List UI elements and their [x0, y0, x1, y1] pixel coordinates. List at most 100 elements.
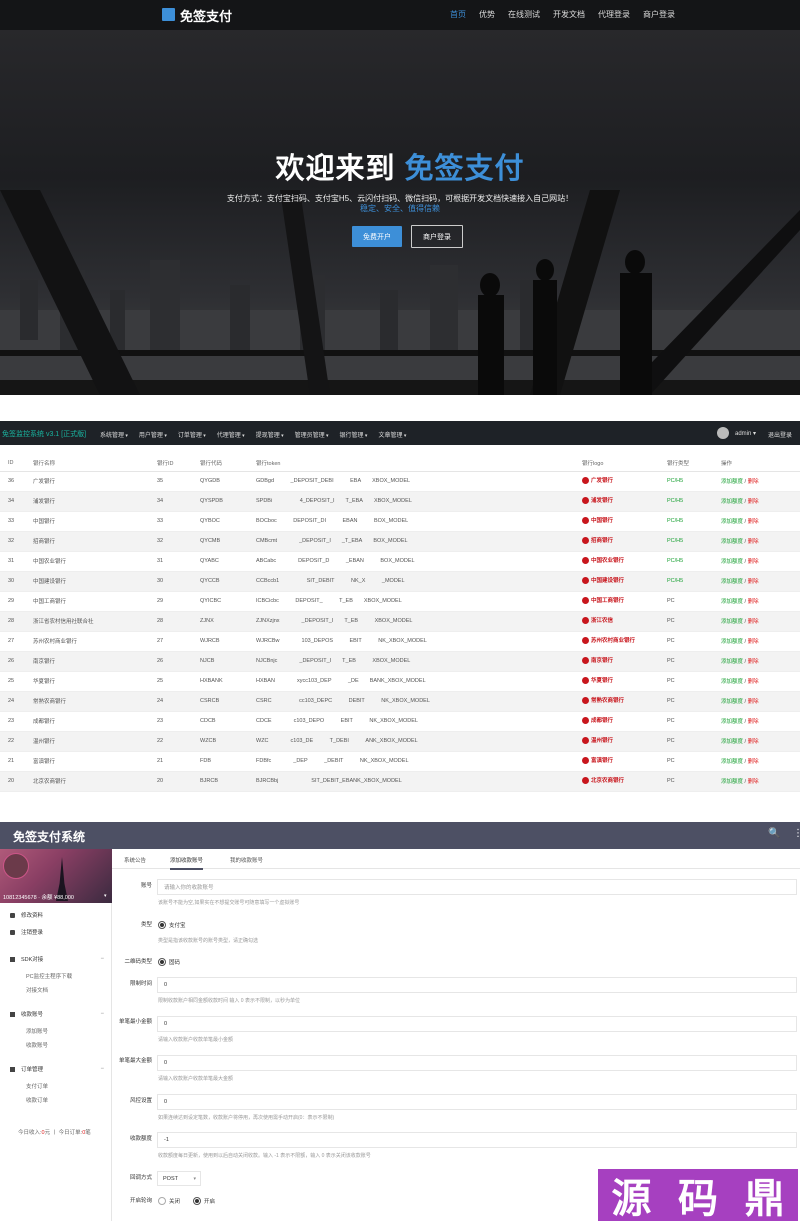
- add-quota-link[interactable]: 添加额度: [721, 579, 743, 585]
- qr-type-radio-fixed[interactable]: 固码: [158, 958, 180, 966]
- sidebar-sub-download[interactable]: PC监控主程序下载: [26, 972, 72, 980]
- cell-bank-token: CCBccb1 SIT_DEBIT NK_X _MODEL: [256, 571, 582, 592]
- add-quota-link[interactable]: 添加额度: [721, 539, 743, 545]
- bank-logo: 富滇银行: [582, 756, 613, 764]
- nav-advantage[interactable]: 优势: [479, 9, 495, 20]
- cell-bank-logo: 浦发银行: [582, 491, 667, 512]
- menu-admin[interactable]: 管理员管理: [295, 430, 329, 439]
- nav-merchant-login[interactable]: 商户登录: [643, 9, 675, 20]
- callback-select[interactable]: POST: [157, 1171, 201, 1186]
- menu-order[interactable]: 订单管理: [178, 430, 206, 439]
- nav-dev-docs[interactable]: 开发文档: [553, 9, 585, 20]
- sidebar-sub-add-account[interactable]: 添加账号: [26, 1027, 48, 1035]
- user-caret-icon[interactable]: ▾: [104, 893, 107, 899]
- order-icon: [10, 1066, 15, 1072]
- cell-operation: 添加额度 / 删除: [721, 591, 800, 612]
- avatar[interactable]: [3, 853, 29, 879]
- delete-link[interactable]: 删除: [748, 779, 759, 785]
- register-button[interactable]: 免费开户: [352, 226, 402, 247]
- bank-logo: 温州银行: [582, 736, 613, 744]
- sidebar-sub-pay-orders[interactable]: 支付订单: [26, 1082, 48, 1090]
- max-amount-input[interactable]: 0: [157, 1055, 797, 1071]
- tab-add-account[interactable]: 添加收款账号: [170, 856, 204, 870]
- sidebar-item-profile[interactable]: 修改资料: [10, 911, 43, 919]
- menu-withdraw[interactable]: 提现管理: [256, 430, 284, 439]
- nav-home[interactable]: 首页: [450, 9, 466, 20]
- delete-link[interactable]: 删除: [748, 539, 759, 545]
- nav-agent-login[interactable]: 代理登录: [598, 9, 630, 20]
- add-quota-link[interactable]: 添加额度: [721, 679, 743, 685]
- sidebar-item-logout[interactable]: 注销登录: [10, 928, 43, 936]
- min-amount-input[interactable]: 0: [157, 1016, 797, 1032]
- admin-user-dropdown[interactable]: admin ▾: [735, 430, 756, 437]
- add-quota-link[interactable]: 添加额度: [721, 619, 743, 625]
- merchant-login-button[interactable]: 商户登录: [411, 225, 463, 248]
- menu-user[interactable]: 用户管理: [139, 430, 167, 439]
- add-quota-link[interactable]: 添加额度: [721, 519, 743, 525]
- tab-my-accounts[interactable]: 我的收款账号: [230, 856, 263, 864]
- admin-system-title[interactable]: 免签监控系统 v3.1 [正式版]: [2, 429, 86, 439]
- menu-agent[interactable]: 代理管理: [217, 430, 245, 439]
- add-quota-link[interactable]: 添加额度: [721, 779, 743, 785]
- sidebar-group-account[interactable]: 收款账号 −: [10, 1010, 106, 1018]
- bank-logo-text: 中国建设银行: [591, 578, 625, 585]
- add-quota-link[interactable]: 添加额度: [721, 659, 743, 665]
- delete-link[interactable]: 删除: [748, 479, 759, 485]
- add-quota-link[interactable]: 添加额度: [721, 759, 743, 765]
- polling-radio-on[interactable]: 开启: [193, 1197, 215, 1205]
- delete-link[interactable]: 删除: [748, 739, 759, 745]
- search-icon[interactable]: 🔍: [768, 828, 780, 839]
- limit-time-input[interactable]: 0: [157, 977, 797, 993]
- add-quota-link[interactable]: 添加额度: [721, 699, 743, 705]
- delete-link[interactable]: 删除: [748, 499, 759, 505]
- add-quota-link[interactable]: 添加额度: [721, 559, 743, 565]
- cell-bank-id: 31: [157, 551, 200, 572]
- menu-article[interactable]: 文章管理: [378, 430, 406, 439]
- add-quota-link[interactable]: 添加额度: [721, 639, 743, 645]
- type-hint: 类型是指该收款账号的账号类型，请正确勾选: [158, 938, 259, 944]
- max-amount-label: 单笔最大金额: [118, 1058, 152, 1064]
- admin-logout-link[interactable]: 退出登录: [768, 430, 792, 439]
- cell-bank-code: HXBANK: [200, 671, 256, 692]
- more-menu-icon[interactable]: ⋮: [793, 828, 800, 839]
- menu-bank[interactable]: 银行管理: [340, 430, 368, 439]
- bank-logo-text: 华夏银行: [591, 678, 614, 685]
- delete-link[interactable]: 删除: [748, 599, 759, 605]
- sidebar-group-order[interactable]: 订单管理 −: [10, 1065, 106, 1073]
- delete-link[interactable]: 删除: [748, 519, 759, 525]
- delete-link[interactable]: 删除: [748, 679, 759, 685]
- quota-input[interactable]: -1: [157, 1132, 797, 1148]
- sidebar-sub-collect-orders[interactable]: 收款订单: [26, 1096, 48, 1104]
- delete-link[interactable]: 删除: [748, 559, 759, 565]
- collapse-icon: −: [100, 1011, 104, 1017]
- risk-input[interactable]: 0: [157, 1094, 797, 1110]
- delete-link[interactable]: 删除: [748, 639, 759, 645]
- nav-online-test[interactable]: 在线测试: [508, 9, 540, 20]
- type-radio-alipay[interactable]: 支付宝: [158, 921, 186, 929]
- col-bank-id: 银行ID: [157, 455, 200, 472]
- sidebar-sub-docs[interactable]: 对接文档: [26, 986, 48, 994]
- add-quota-link[interactable]: 添加额度: [721, 479, 743, 485]
- add-quota-link[interactable]: 添加额度: [721, 719, 743, 725]
- cell-bank-token: FDBfc _DEP _DEBIT NK_XBOX_MODEL: [256, 751, 582, 772]
- brand-name[interactable]: 免签支付: [180, 6, 232, 25]
- tab-announcement[interactable]: 系统公告: [124, 856, 146, 864]
- delete-link[interactable]: 删除: [748, 619, 759, 625]
- sidebar-sub-accounts[interactable]: 收款账号: [26, 1041, 48, 1049]
- cell-bank-logo: 成都银行: [582, 711, 667, 732]
- add-quota-link[interactable]: 添加额度: [721, 739, 743, 745]
- polling-radio-off[interactable]: 关闭: [158, 1197, 180, 1205]
- sidebar-group-sdk[interactable]: SDK对接 −: [10, 955, 106, 963]
- account-input[interactable]: 请输入你的收款账号: [157, 879, 797, 895]
- delete-link[interactable]: 删除: [748, 659, 759, 665]
- add-quota-link[interactable]: 添加额度: [721, 499, 743, 505]
- type-label: 类型: [140, 922, 152, 928]
- delete-link[interactable]: 删除: [748, 579, 759, 585]
- delete-link[interactable]: 删除: [748, 759, 759, 765]
- table-row: 33 中国银行 33 QYBOC BOCboc DEPOSIT_DI EBAN BOX_…: [0, 511, 800, 532]
- admin-avatar[interactable]: [717, 427, 729, 439]
- delete-link[interactable]: 删除: [748, 699, 759, 705]
- menu-system[interactable]: 系统管理: [100, 430, 128, 439]
- delete-link[interactable]: 删除: [748, 719, 759, 725]
- add-quota-link[interactable]: 添加额度: [721, 599, 743, 605]
